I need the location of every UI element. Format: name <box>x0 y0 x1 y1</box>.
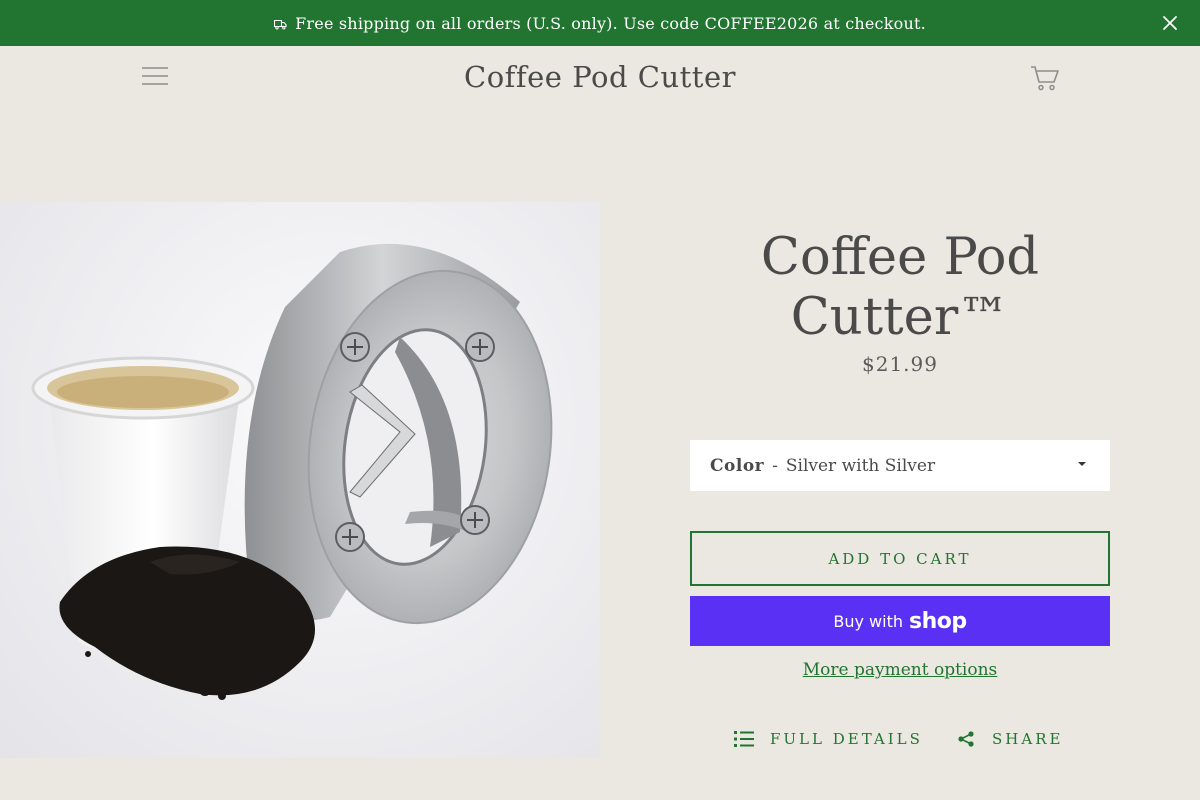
product-price: $21.99 <box>862 352 938 376</box>
site-title[interactable]: Coffee Pod Cutter <box>0 60 1200 94</box>
chevron-down-icon <box>1078 462 1086 466</box>
color-select-separator: - <box>772 455 778 476</box>
full-details-link[interactable]: FULL DETAILS <box>734 728 923 750</box>
truck-icon <box>274 19 287 30</box>
full-details-label: FULL DETAILS <box>770 730 923 748</box>
shop-logo: shop <box>909 608 967 634</box>
color-select[interactable]: Color - Silver with Silver <box>690 440 1110 491</box>
list-icon <box>734 731 754 747</box>
product-image[interactable] <box>0 202 600 758</box>
share-icon <box>958 731 974 747</box>
product-photo <box>31 243 553 700</box>
cart-icon[interactable] <box>1030 64 1060 92</box>
announcement-bar: Free shipping on all orders (U.S. only).… <box>0 0 1200 46</box>
more-payment-options-link[interactable]: More payment options <box>690 660 1110 680</box>
product-title: Coffee Pod Cutter™ <box>760 228 1040 347</box>
site-header: Coffee Pod Cutter <box>0 46 1200 116</box>
share-button[interactable]: SHARE <box>958 728 1063 750</box>
color-select-label: Color <box>710 455 765 476</box>
close-icon[interactable] <box>1162 15 1178 31</box>
add-to-cart-button[interactable]: ADD TO CART <box>690 531 1110 586</box>
buy-with-shop-button[interactable]: Buy with shop <box>690 596 1110 646</box>
announcement-text: Free shipping on all orders (U.S. only).… <box>295 13 926 33</box>
share-label: SHARE <box>992 730 1064 748</box>
buy-with-label: Buy with <box>833 611 903 631</box>
color-select-value: Silver with Silver <box>785 455 936 476</box>
